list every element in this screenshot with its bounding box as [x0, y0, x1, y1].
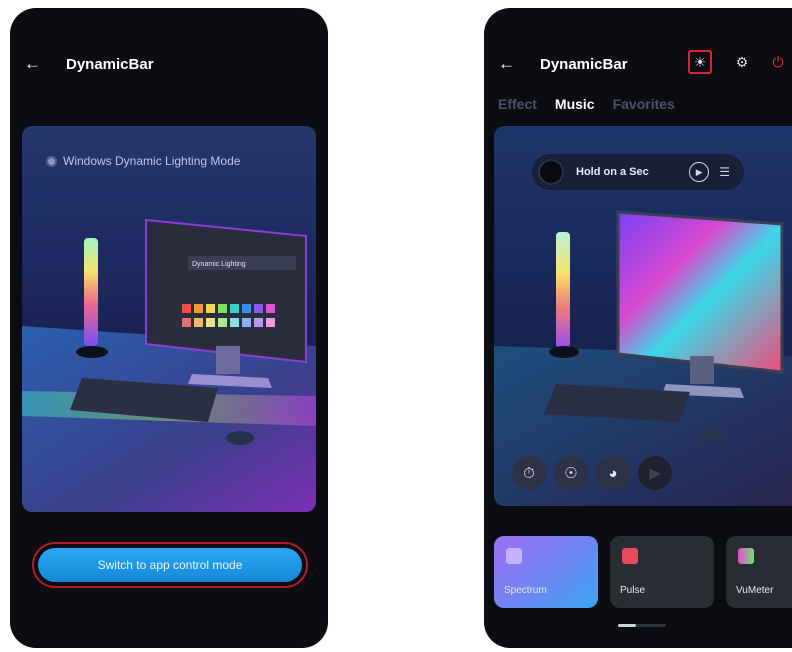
sun-icon[interactable]: ☀	[688, 50, 712, 74]
mode-card-vumeter[interactable]: VuMeter	[726, 536, 792, 608]
vumeter-icon	[738, 548, 754, 564]
mode-radio-icon	[46, 155, 57, 167]
timer-icon[interactable]: ⏱	[512, 456, 546, 490]
mode-controls: ⏱ ☉ ◕ ▶	[512, 456, 672, 490]
spectrum-icon	[506, 548, 522, 564]
mode-card-label: Pulse	[620, 585, 646, 596]
mic-icon[interactable]: ☉	[554, 456, 588, 490]
pulse-icon	[622, 548, 638, 564]
back-arrow-icon[interactable]: ←	[498, 54, 515, 74]
lighting-mode-indicator: Windows Dynamic Lighting Mode	[46, 154, 240, 168]
tab-favorites[interactable]: Favorites	[613, 96, 675, 112]
mode-label: Windows Dynamic Lighting Mode	[63, 154, 241, 168]
tab-music[interactable]: Music	[555, 96, 595, 112]
page-indicator	[618, 624, 666, 627]
page-indicator-active	[618, 624, 636, 627]
desk-setup-image: Dynamic Lighting	[22, 218, 316, 512]
album-art	[538, 159, 564, 185]
tab-effect[interactable]: Effect	[498, 96, 537, 112]
power-icon[interactable]: ⏻	[766, 50, 790, 74]
play-icon[interactable]: ▶	[638, 456, 672, 490]
app-title: DynamicBar	[540, 56, 628, 73]
headphones-icon[interactable]: ◕	[596, 456, 630, 490]
now-playing-bar[interactable]: Hold on a Sec ▶ ☰	[532, 154, 744, 190]
mode-card-label: VuMeter	[736, 585, 774, 596]
monitor-panel-title: Dynamic Lighting	[192, 261, 246, 268]
mode-card-label: Spectrum	[504, 585, 547, 596]
music-mode-cards: Spectrum Pulse VuMeter	[494, 536, 792, 608]
switch-button-highlight: Switch to app control mode	[32, 542, 308, 588]
gear-icon[interactable]: ⚙	[730, 50, 754, 74]
switch-to-app-control-button[interactable]: Switch to app control mode	[38, 548, 302, 582]
app-header: ← DynamicBar	[10, 52, 328, 80]
phone-screen-left: ← DynamicBar Dynamic Lighting Windows Dy…	[10, 8, 328, 648]
back-arrow-icon[interactable]: ←	[24, 54, 41, 74]
playlist-icon[interactable]: ☰	[719, 165, 730, 179]
app-title: DynamicBar	[66, 56, 154, 73]
mode-card-spectrum[interactable]: Spectrum	[494, 536, 598, 608]
song-title: Hold on a Sec	[576, 166, 649, 178]
play-icon[interactable]: ▶	[689, 162, 710, 182]
phone-screen-right: ← DynamicBar ☀ ⚙ ⏻ Effect Music Favorite…	[484, 8, 792, 648]
lighting-illustration: Dynamic Lighting	[22, 126, 316, 512]
mode-card-pulse[interactable]: Pulse	[610, 536, 714, 608]
tab-bar: Effect Music Favorites	[498, 96, 675, 112]
